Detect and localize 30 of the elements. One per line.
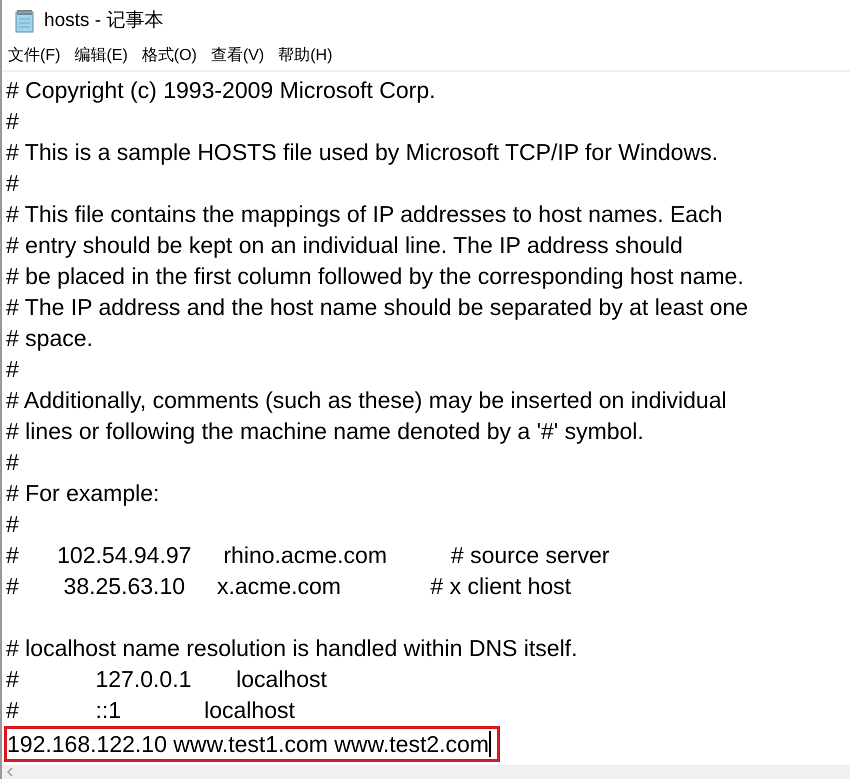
text-line: # 102.54.94.97 rhino.acme.com # source server — [6, 542, 610, 568]
text-line: # — [6, 356, 19, 382]
menu-item[interactable]: 编辑(E) — [74, 44, 128, 68]
text-line: # 38.25.63.10 x.acme.com # x client host — [6, 573, 572, 599]
text-line: # — [6, 170, 19, 196]
text-line: # For example: — [6, 480, 160, 506]
text-line: # space. — [6, 325, 93, 351]
text-line: # This is a sample HOSTS file used by Microsoft TCP/IP for Windows. — [6, 139, 718, 165]
text-line: # Copyright (c) 1993-2009 Microsoft Corp. — [6, 77, 436, 103]
text-line: # The IP address and the host name should be separated by at least one — [6, 294, 748, 320]
text-line: 192.168.122.10 www.test1.com www.test2.com — [7, 730, 489, 758]
text-line: # be placed in the first column followed by the corresponding host name. — [6, 263, 744, 289]
menu-item[interactable]: 文件(F) — [8, 44, 60, 68]
text-line: # ::1 localhost — [6, 697, 295, 723]
menu-item[interactable]: 格式(O) — [142, 44, 197, 68]
text-line: # — [6, 108, 19, 134]
horizontal-scrollbar[interactable] — [2, 765, 850, 779]
text-line: # lines or following the machine name denoted by a '#' symbol. — [6, 418, 644, 444]
menu-item[interactable]: 查看(V) — [210, 44, 264, 68]
text-line: # 127.0.0.1 localhost — [6, 666, 327, 692]
window-title: hosts - 记事本 — [44, 8, 164, 33]
text-line: # Additionally, comments (such as these) may be inserted on individual — [6, 387, 727, 413]
notepad-icon — [14, 9, 36, 33]
text-caret — [488, 731, 491, 757]
text-line: # — [6, 511, 19, 537]
menu-item[interactable]: 帮助(H) — [278, 44, 332, 68]
text-line: # localhost name resolution is handled within DNS itself. — [6, 635, 578, 661]
text-line: # entry should be kept on an individual line. The IP address should — [6, 232, 683, 258]
text-line: # This file contains the mappings of IP addresses to host names. Each — [6, 201, 722, 227]
text-line: # — [6, 449, 19, 475]
